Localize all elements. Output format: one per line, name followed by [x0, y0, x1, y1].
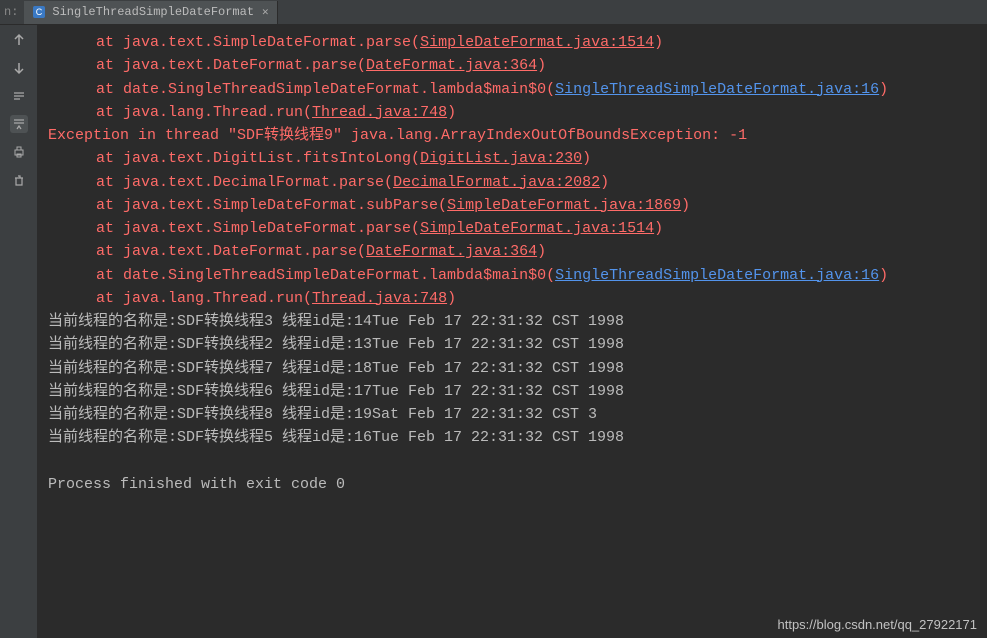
- source-link[interactable]: SimpleDateFormat.java:1514: [420, 34, 654, 51]
- run-label: n:: [4, 5, 24, 19]
- scroll-to-end-icon[interactable]: [10, 115, 28, 133]
- class-icon: C: [32, 5, 46, 19]
- soft-wrap-icon[interactable]: [10, 87, 28, 105]
- stdout-line: 当前线程的名称是:SDF转换线程3 线程id是:14Tue Feb 17 22:…: [48, 310, 977, 333]
- stack-frame: at java.text.SimpleDateFormat.subParse(S…: [48, 194, 977, 217]
- source-link[interactable]: SimpleDateFormat.java:1869: [447, 197, 681, 214]
- source-link[interactable]: Thread.java:748: [312, 104, 447, 121]
- source-link[interactable]: DateFormat.java:364: [366, 243, 537, 260]
- main-area: at java.text.SimpleDateFormat.parse(Simp…: [0, 25, 987, 638]
- stdout-line: 当前线程的名称是:SDF转换线程8 线程id是:19Sat Feb 17 22:…: [48, 403, 977, 426]
- svg-text:C: C: [36, 7, 43, 17]
- stdout-line: 当前线程的名称是:SDF转换线程6 线程id是:17Tue Feb 17 22:…: [48, 380, 977, 403]
- gutter-toolbar: [0, 25, 38, 638]
- stack-frame: at java.text.SimpleDateFormat.parse(Simp…: [48, 217, 977, 240]
- tab-title: SingleThreadSimpleDateFormat: [52, 5, 254, 19]
- stack-frame: at java.text.DateFormat.parse(DateFormat…: [48, 240, 977, 263]
- process-end-line: Process finished with exit code 0: [48, 473, 977, 496]
- stdout-line: 当前线程的名称是:SDF转换线程2 线程id是:13Tue Feb 17 22:…: [48, 333, 977, 356]
- stack-frame: at java.lang.Thread.run(Thread.java:748): [48, 101, 977, 124]
- stdout-line: 当前线程的名称是:SDF转换线程5 线程id是:16Tue Feb 17 22:…: [48, 426, 977, 449]
- source-link[interactable]: SimpleDateFormat.java:1514: [420, 220, 654, 237]
- run-tabs-bar: n: C SingleThreadSimpleDateFormat ✕: [0, 0, 987, 25]
- source-link[interactable]: DecimalFormat.java:2082: [393, 174, 600, 191]
- source-link[interactable]: DigitList.java:230: [420, 150, 582, 167]
- stdout-line: 当前线程的名称是:SDF转换线程7 线程id是:18Tue Feb 17 22:…: [48, 357, 977, 380]
- stack-frame: at date.SingleThreadSimpleDateFormat.lam…: [48, 78, 977, 101]
- scroll-up-icon[interactable]: [10, 31, 28, 49]
- clear-icon[interactable]: [10, 171, 28, 189]
- source-link[interactable]: Thread.java:748: [312, 290, 447, 307]
- exception-line: Exception in thread "SDF转换线程9" java.lang…: [48, 124, 977, 147]
- stack-frame: at java.text.DigitList.fitsIntoLong(Digi…: [48, 147, 977, 170]
- stack-frame: at java.text.DecimalFormat.parse(Decimal…: [48, 171, 977, 194]
- source-link[interactable]: DateFormat.java:364: [366, 57, 537, 74]
- scroll-down-icon[interactable]: [10, 59, 28, 77]
- stack-frame: at date.SingleThreadSimpleDateFormat.lam…: [48, 264, 977, 287]
- run-tab[interactable]: C SingleThreadSimpleDateFormat ✕: [24, 1, 277, 24]
- stack-frame: at java.lang.Thread.run(Thread.java:748): [48, 287, 977, 310]
- console-output[interactable]: at java.text.SimpleDateFormat.parse(Simp…: [38, 25, 987, 638]
- watermark-text: https://blog.csdn.net/qq_27922171: [778, 617, 978, 632]
- stack-frame: at java.text.SimpleDateFormat.parse(Simp…: [48, 31, 977, 54]
- source-link[interactable]: SingleThreadSimpleDateFormat.java:16: [555, 267, 879, 284]
- stack-frame: at java.text.DateFormat.parse(DateFormat…: [48, 54, 977, 77]
- close-icon[interactable]: ✕: [262, 5, 269, 19]
- source-link[interactable]: SingleThreadSimpleDateFormat.java:16: [555, 81, 879, 98]
- blank-line: [48, 450, 977, 473]
- print-icon[interactable]: [10, 143, 28, 161]
